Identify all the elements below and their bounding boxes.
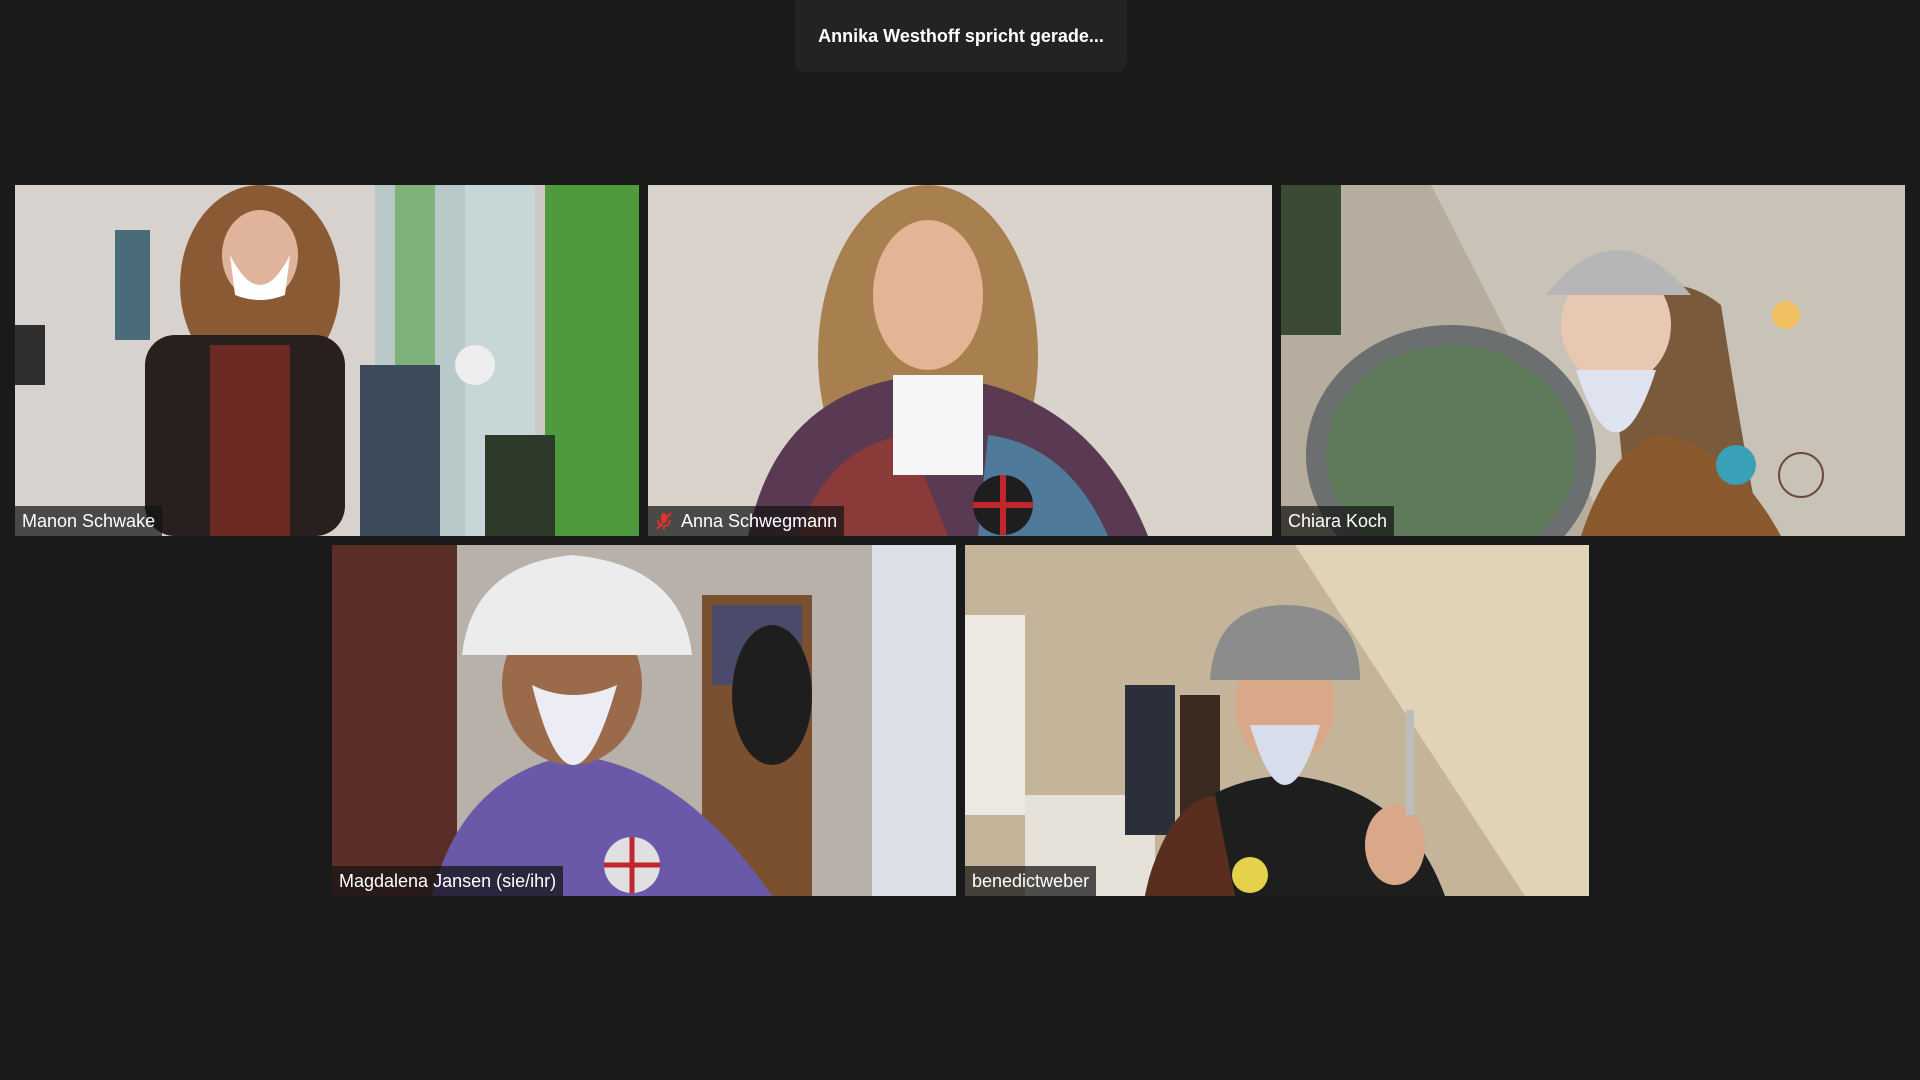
video-tile-magdalena-jansen[interactable]: Magdalena Jansen (sie/ihr) bbox=[332, 545, 956, 896]
video-tile-anna-schwegmann[interactable]: Anna Schwegmann bbox=[648, 185, 1272, 536]
participant-name: Manon Schwake bbox=[22, 510, 156, 531]
video-tile-manon-schwake[interactable]: Manon Schwake bbox=[15, 185, 639, 536]
participant-name: Anna Schwegmann bbox=[681, 510, 838, 531]
active-speaker-banner: Annika Westhoff spricht gerade... bbox=[795, 0, 1127, 72]
participant-name-tag: Anna Schwegmann bbox=[648, 506, 845, 536]
participant-name: Magdalena Jansen (sie/ihr) bbox=[339, 870, 557, 891]
video-feed bbox=[965, 545, 1589, 896]
video-feed bbox=[332, 545, 956, 896]
participant-name: benedictweber bbox=[972, 870, 1090, 891]
active-speaker-text: Annika Westhoff spricht gerade... bbox=[818, 25, 1104, 46]
participant-name-tag: Magdalena Jansen (sie/ihr) bbox=[332, 866, 564, 896]
microphone-muted-icon bbox=[656, 512, 672, 530]
video-tile-chiara-koch[interactable]: Chiara Koch bbox=[1281, 185, 1905, 536]
participant-name-tag: Manon Schwake bbox=[15, 506, 163, 536]
participant-name-tag: benedictweber bbox=[965, 866, 1097, 896]
video-feed bbox=[648, 185, 1272, 536]
participant-name-tag: Chiara Koch bbox=[1281, 506, 1395, 536]
video-tile-benedictweber[interactable]: benedictweber bbox=[965, 545, 1589, 896]
participant-name: Chiara Koch bbox=[1288, 510, 1388, 531]
video-feed bbox=[15, 185, 639, 536]
video-feed bbox=[1281, 185, 1905, 536]
